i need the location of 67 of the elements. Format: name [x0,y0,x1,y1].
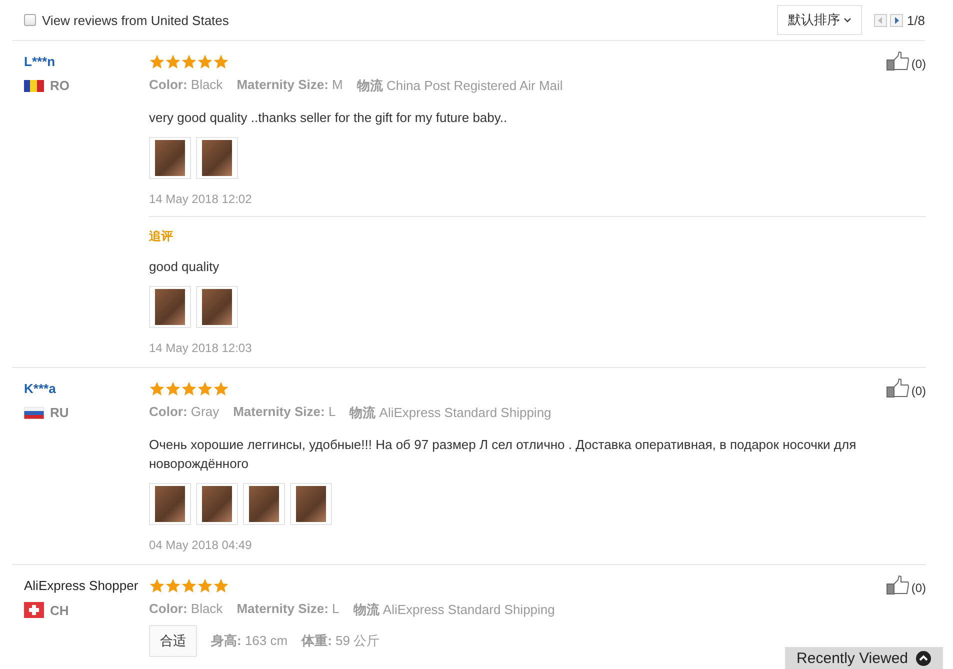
star-icon [181,54,197,69]
star-icon [181,578,197,593]
photo-thumbnail[interactable] [149,137,191,179]
checkbox-label[interactable]: View reviews from United States [42,12,229,28]
thumbs-up-icon[interactable] [886,378,910,398]
flag-icon [24,80,44,92]
star-icon [213,54,229,69]
photo-thumbnail[interactable] [149,286,191,328]
recently-viewed-button[interactable]: Recently Viewed [784,647,943,669]
attribute-text: Color: Black [149,77,223,94]
fit-tag: 合适 [149,625,197,657]
star-icon [149,578,165,593]
review-date: 14 May 2018 12:02 [149,192,253,206]
country-code: CH [50,602,69,618]
review-date: 04 May 2018 04:49 [149,538,253,552]
like-count[interactable]: (0) [911,57,926,71]
thumbs-up-icon[interactable] [886,51,910,71]
star-icon [165,381,181,396]
photo-thumbnail[interactable] [290,483,332,525]
page-counter: 1/8 [906,12,925,28]
flag-icon [24,406,44,418]
star-icon [149,381,165,396]
reviewer-name[interactable]: L***n [24,54,149,70]
country-code: RU [50,405,69,420]
checkbox[interactable] [24,14,36,26]
star-icon [197,54,213,69]
photo-thumbnail[interactable] [243,483,285,525]
left-triangle-icon [878,16,883,24]
like-count[interactable]: (0) [911,581,926,595]
caret-icon [844,18,851,22]
star-icon [213,578,229,593]
right-triangle-icon [894,16,899,24]
like-count[interactable]: (0) [911,384,926,398]
star-icon [213,381,229,396]
star-icon [165,54,181,69]
star-icon [197,578,213,593]
photo-thumbnail[interactable] [196,483,238,525]
attribute-text: Maternity Size: M [236,77,343,94]
attribute-text: Color: Gray [149,404,220,421]
photo-thumbnail[interactable] [149,483,191,525]
star-icon [149,54,165,69]
attribute-text: Color: Black [149,601,223,618]
attribute-text: 物流 China Post Registered Air Mail [356,77,563,95]
next-page-button[interactable] [890,14,903,26]
flag-icon [24,602,44,618]
country-code: RO [50,78,70,93]
star-icon [165,578,181,593]
reviewer-name[interactable]: K***a [24,381,149,397]
attribute-text: Maternity Size: L [236,601,340,618]
review-text: Очень хорошие леггинсы, удобные!!! На об 97 размер Л сел отлично . Доставка оперативная, в подарок носочки для новорождённого [149,436,858,473]
star-icon [197,381,213,396]
sort-dropdown[interactable]: 默认排序 [776,5,862,35]
followup-text: good quality [149,258,220,276]
review-text: very good quality ..thanks seller for the gift for my future baby.. [149,109,508,127]
attribute-text: Maternity Size: L [233,404,336,421]
star-icon [181,381,197,396]
photo-thumbnail[interactable] [196,137,238,179]
followup-label: 追评 [149,228,174,245]
thumbs-up-icon[interactable] [886,575,910,595]
measurement-text: 身高: 163 cm [211,632,288,650]
attribute-text: 物流 AliExpress Standard Shipping [350,404,552,422]
attribute-text: 物流 AliExpress Standard Shipping [353,601,555,619]
followup-date: 14 May 2018 12:03 [149,341,253,355]
measurement-text: 体重: 59 公斤 [302,632,380,650]
reviewer-name: AliExpress Shopper [24,578,140,594]
photo-thumbnail[interactable] [196,286,238,328]
chevron-up-icon [916,651,931,666]
